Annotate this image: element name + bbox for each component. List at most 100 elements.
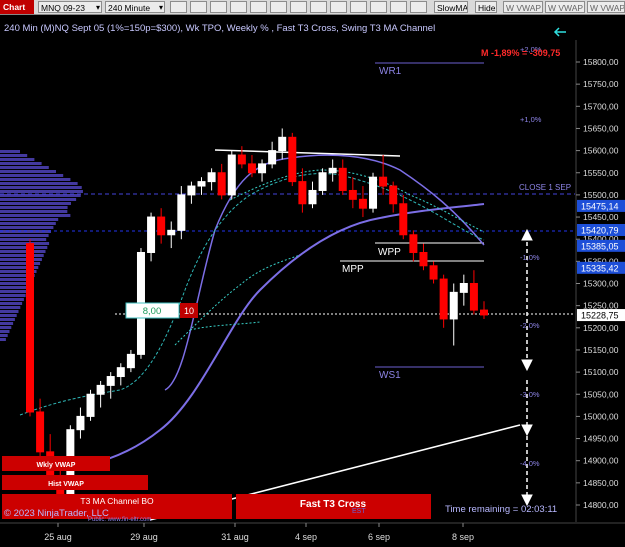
candle-body (247, 163, 256, 174)
draw-icon[interactable] (210, 1, 227, 13)
profile-bar (0, 330, 10, 333)
plus-icon[interactable] (370, 1, 387, 13)
hide-button[interactable]: Hide (475, 1, 497, 13)
profile-bar (0, 238, 47, 241)
candle-body (459, 283, 468, 293)
slowma-button[interactable]: SlowMA (434, 1, 468, 13)
price-tick-label: 15050,00 (583, 389, 619, 399)
hist-vwap-label: Hist VWAP (48, 481, 84, 488)
candle-body (288, 136, 297, 183)
profile-bar (0, 150, 20, 153)
crosshair-icon[interactable] (170, 1, 187, 13)
candle-body (207, 172, 216, 183)
time-tick-label: 31 aug (221, 532, 249, 542)
pct-label-minus1: -1,0% (520, 253, 540, 262)
price-tick-label: 14850,00 (583, 478, 619, 488)
data-icon[interactable] (330, 1, 347, 13)
profile-bar (0, 262, 41, 265)
candle-body (469, 283, 478, 311)
profile-bar (0, 254, 44, 257)
candle-body (217, 172, 226, 196)
candle-body (318, 172, 327, 191)
wkly-vwap-label: Wkly VWAP (37, 462, 76, 469)
price-axis-ticks: 14800,00 14850,00 14900,00 14950,00 15000,00… (576, 57, 619, 510)
price-tick-label: 15200,00 (583, 323, 619, 333)
est-label: EST (352, 508, 366, 515)
profile-bar (0, 298, 24, 301)
candle-body (177, 194, 186, 231)
profile-bar (0, 326, 12, 329)
profile-bar (0, 250, 46, 253)
w-vwap-button-3[interactable]: W VWAP (587, 1, 625, 13)
candle-body (409, 234, 418, 253)
profile-bar (0, 242, 50, 245)
indicators-icon[interactable] (270, 1, 287, 13)
candle-body (147, 216, 156, 253)
bars-icon[interactable] (350, 1, 367, 13)
price-tick-label: 15450,00 (583, 212, 619, 222)
chart-tab[interactable]: Chart (0, 0, 34, 14)
instrument-selector[interactable]: MNQ 09-23 (38, 1, 102, 13)
pct-label-minus2: -2,0% (520, 321, 540, 330)
candle-body (227, 154, 236, 196)
price-tag-label: 15475,14 (581, 201, 619, 211)
stats-label: M -1,89% = -309,75 (481, 48, 560, 58)
profile-bar (0, 162, 42, 165)
price-tick-label: 15800,00 (583, 57, 619, 67)
profile-bar (0, 334, 8, 337)
profile-bar (0, 210, 68, 213)
time-tick-label: 6 sep (368, 532, 390, 542)
strategy-icon[interactable] (290, 1, 307, 13)
pct-label-minus3: -3,0% (520, 390, 540, 399)
price-tag-label: 15335,42 (581, 263, 619, 273)
chart-toolbar: Chart MNQ 09-23 240 Minute SlowMA Hide W… (0, 0, 625, 15)
price-tick-label: 14900,00 (583, 456, 619, 466)
profile-bar (0, 290, 28, 293)
pct-label-plus1: +1,0% (520, 115, 542, 124)
profile-bar (0, 158, 35, 161)
price-tick-label: 15000,00 (583, 411, 619, 421)
candle-body (389, 185, 398, 205)
template-icon[interactable] (250, 1, 267, 13)
candle-body (308, 189, 317, 205)
price-tag-label: 15228,75 (581, 311, 619, 321)
wpp-label: WPP (378, 247, 401, 258)
candle-body (36, 411, 45, 453)
candle-body (258, 163, 267, 174)
candle-body (197, 181, 206, 187)
profile-bar (0, 154, 28, 157)
candle-body (338, 167, 347, 191)
profile-bar (0, 178, 71, 181)
profile-bar (0, 198, 77, 201)
time-tick-label: 4 sep (295, 532, 317, 542)
time-tick-label: 25 aug (44, 532, 72, 542)
profile-bar (0, 166, 49, 169)
link-icon[interactable] (390, 1, 407, 13)
pct-label-minus4: -4,0% (520, 459, 540, 468)
candle-body (157, 216, 166, 236)
price-tick-label: 15100,00 (583, 367, 619, 377)
w-vwap-button-2[interactable]: W VWAP (545, 1, 585, 13)
share-icon[interactable] (410, 1, 427, 13)
profile-bar (0, 338, 6, 341)
candle-body (167, 229, 176, 236)
refresh-icon[interactable] (310, 1, 327, 13)
profile-bar (0, 234, 49, 237)
price-tick-label: 14800,00 (583, 500, 619, 510)
w-vwap-button-1[interactable]: W VWAP (503, 1, 543, 13)
price-chart[interactable]: WR1 WS1 WPP MPP CLOSE 1 SEP +2,0% +1,0% … (0, 15, 625, 547)
zoom-icon[interactable] (190, 1, 207, 13)
properties-icon[interactable] (230, 1, 247, 13)
interval-selector[interactable]: 240 Minute (105, 1, 165, 13)
profile-bar (0, 174, 64, 177)
profile-bar (0, 170, 56, 173)
candle-body (449, 291, 458, 320)
price-tick-label: 15300,00 (583, 279, 619, 289)
count-box-text: 10 (184, 306, 194, 316)
profile-bar (0, 310, 19, 313)
chart-title: 240 Min (M)NQ Sept 05 (1%=150p=$300), Wk… (4, 23, 435, 34)
candle-body (116, 367, 125, 378)
close-label: CLOSE 1 SEP (519, 183, 571, 192)
price-tick-label: 15500,00 (583, 190, 619, 200)
candle-body (96, 384, 105, 395)
